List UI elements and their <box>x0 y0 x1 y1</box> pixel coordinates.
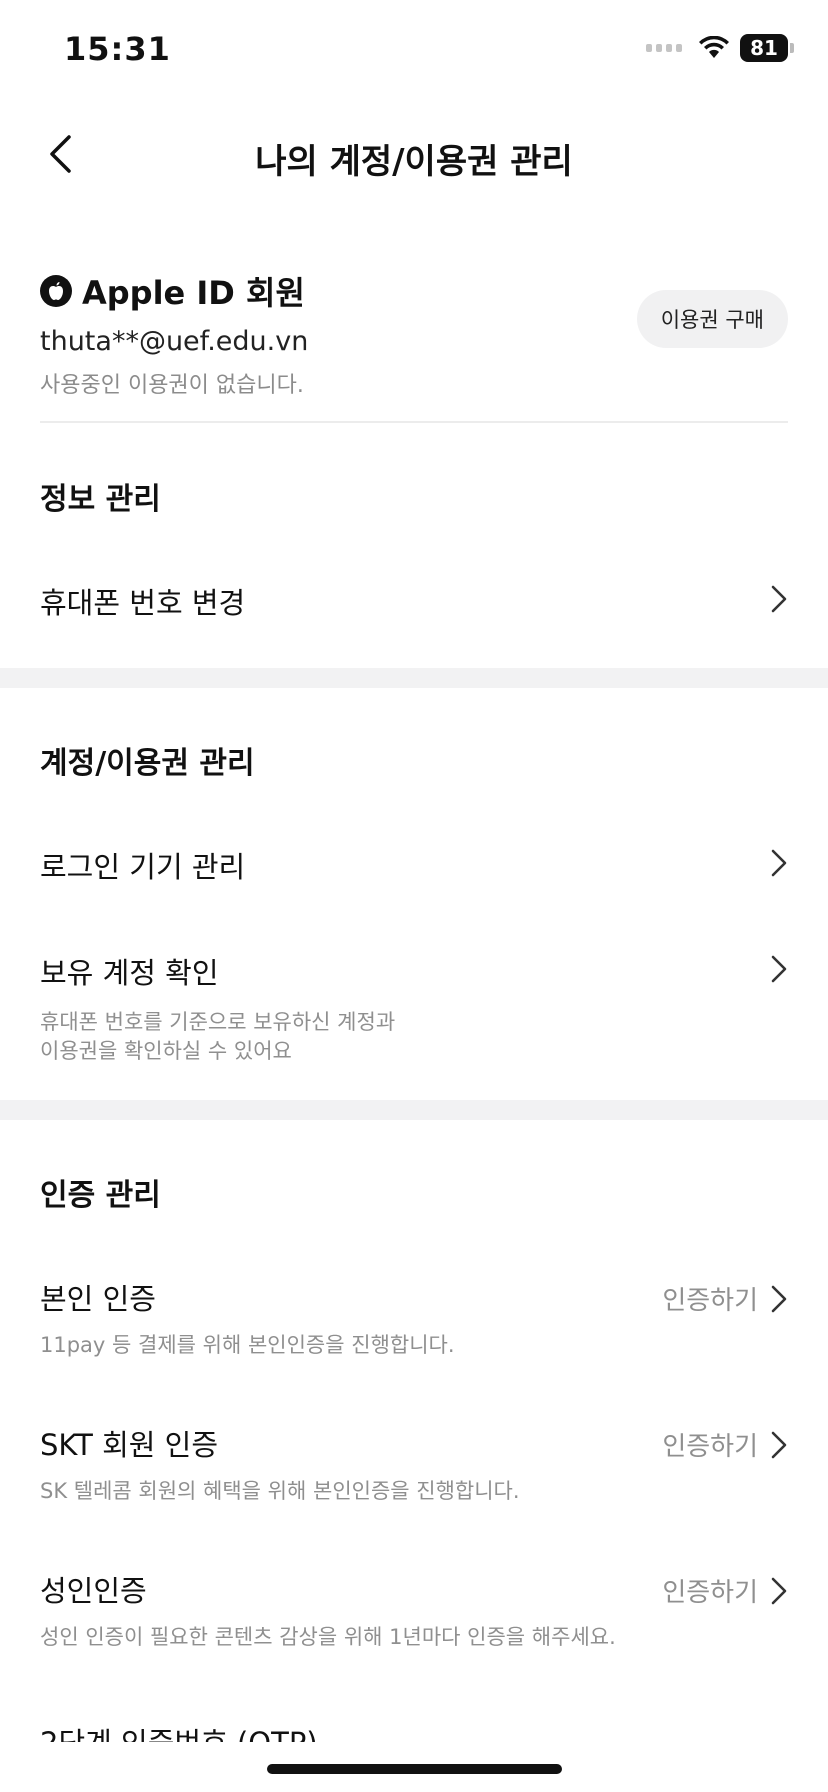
menu-item-identity-verification[interactable]: 본인 인증 11pay 등 결제를 위해 본인인증을 진행합니다. 인증하기 <box>40 1276 788 1360</box>
menu-item-login-devices[interactable]: 로그인 기기 관리 <box>40 844 788 886</box>
menu-item-skt-verification[interactable]: SKT 회원 인증 SK 텔레콤 회원의 혜택을 위해 본인인증을 진행합니다.… <box>40 1422 788 1506</box>
section-divider <box>0 668 828 688</box>
battery-level: 81 <box>750 36 778 60</box>
section-divider <box>0 1100 828 1120</box>
menu-item-otp-partial[interactable]: 2단계 인증번호 (OTP) <box>0 1712 828 1742</box>
menu-item-description: 성인 인증이 필요한 콘텐츠 감상을 위해 1년마다 인증을 해주세요. <box>40 1625 616 1649</box>
battery-cap <box>790 43 794 53</box>
chevron-right-icon <box>771 1431 787 1458</box>
menu-item-change-phone[interactable]: 휴대폰 번호 변경 <box>40 580 788 622</box>
menu-item-description-line: 이용권을 확인하실 수 있어요 <box>40 1039 292 1063</box>
menu-item-description: 11pay 등 결제를 위해 본인인증을 진행합니다. <box>40 1333 455 1357</box>
menu-item-label: 로그인 기기 관리 <box>40 850 246 884</box>
chevron-right-icon <box>771 849 787 877</box>
menu-item-label: 2단계 인증번호 (OTP) <box>40 1720 318 1742</box>
verify-action-label: 인증하기 <box>662 1432 758 1462</box>
menu-item-label: 보유 계정 확인 <box>40 956 219 990</box>
menu-item-trailing: 인증하기 <box>662 1572 788 1609</box>
menu-item-trailing: 인증하기 <box>662 1280 788 1317</box>
apple-logo-icon <box>40 275 72 307</box>
menu-item-owned-accounts[interactable]: 보유 계정 확인 휴대폰 번호를 기준으로 보유하신 계정과 이용권을 확인하실… <box>40 950 788 1066</box>
menu-item-description-line: 휴대폰 번호를 기준으로 보유하신 계정과 <box>40 1010 396 1034</box>
verify-action-label: 인증하기 <box>662 1286 758 1316</box>
home-indicator[interactable] <box>267 1764 562 1774</box>
menu-item-description: SK 텔레콤 회원의 혜택을 위해 본인인증을 진행합니다. <box>40 1479 520 1503</box>
menu-item-trailing: 인증하기 <box>662 1426 788 1463</box>
menu-item-trailing <box>770 584 788 614</box>
verify-action-label: 인증하기 <box>662 1578 758 1608</box>
menu-item-description: 휴대폰 번호를 기준으로 보유하신 계정과 이용권을 확인하실 수 있어요 <box>40 1008 788 1066</box>
menu-item-label: 휴대폰 번호 변경 <box>40 586 246 620</box>
cellular-signal-icon <box>646 44 682 52</box>
chevron-right-icon <box>771 1577 787 1604</box>
account-summary: Apple ID 회원 thuta**@uef.edu.vn 사용중인 이용권이… <box>40 268 788 423</box>
section-title-info: 정보 관리 <box>40 482 161 517</box>
battery-icon: 81 <box>740 34 788 62</box>
buy-subscription-button[interactable]: 이용권 구매 <box>636 290 788 348</box>
menu-item-adult-verification[interactable]: 성인인증 성인 인증이 필요한 콘텐츠 감상을 위해 1년마다 인증을 해주세요… <box>40 1568 788 1652</box>
section-title-account: 계정/이용권 관리 <box>40 746 255 781</box>
chevron-right-icon <box>771 955 787 983</box>
status-icons: 81 <box>646 34 794 62</box>
account-name: Apple ID 회원 <box>82 274 305 312</box>
wifi-icon <box>699 36 729 58</box>
menu-item-trailing <box>770 848 788 878</box>
chevron-right-icon <box>771 585 787 613</box>
navigation-bar: 나의 계정/이용권 관리 <box>0 112 828 196</box>
status-bar: 15:31 81 <box>0 0 828 100</box>
chevron-right-icon <box>771 1285 787 1312</box>
subscription-status: 사용중인 이용권이 없습니다. <box>40 373 304 398</box>
page-title: 나의 계정/이용권 관리 <box>255 142 573 182</box>
section-title-auth: 인증 관리 <box>40 1178 161 1213</box>
status-time: 15:31 <box>64 30 171 68</box>
menu-item-trailing <box>770 954 788 984</box>
